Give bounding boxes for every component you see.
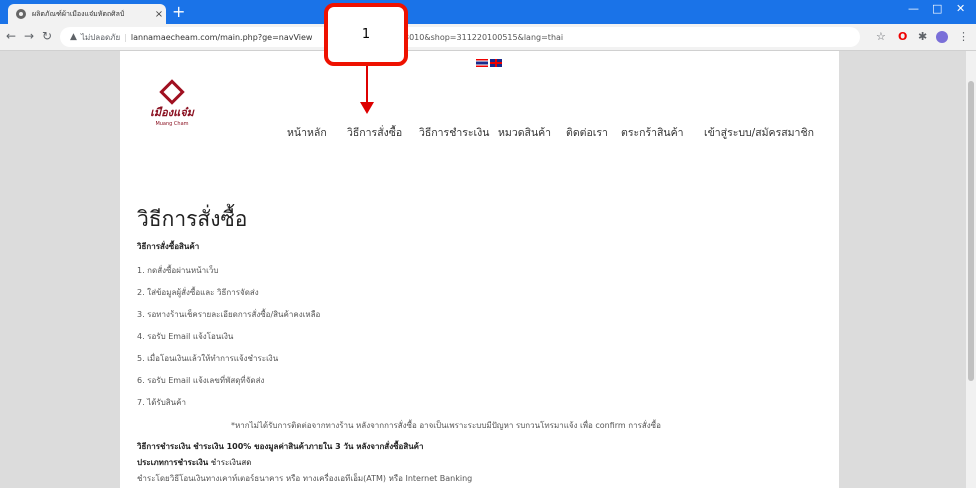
browser-toolbar: ← → ↻ ▲ ไม่ปลอดภัย | lannamaecheam.com/m… bbox=[0, 24, 976, 51]
site-logo[interactable]: เมืองแจ๋ม Muang Cham bbox=[142, 79, 202, 127]
annotation-number: 1 bbox=[361, 27, 371, 42]
forward-icon[interactable]: → bbox=[24, 29, 34, 43]
list-item: 1. กดสั่งซื้อผ่านหน้าเว็บ bbox=[137, 266, 219, 275]
list-item: 4. รอรับ Email แจ้งโอนเงิน bbox=[137, 332, 234, 341]
close-tab-icon[interactable]: × bbox=[152, 9, 166, 20]
nav-home[interactable]: หน้าหลัก bbox=[287, 124, 327, 141]
list-item: 5. เมื่อโอนเงินแล้วให้ทำการแจ้งชำระเงิน bbox=[137, 354, 279, 363]
opera-icon[interactable]: O bbox=[898, 30, 907, 43]
back-icon[interactable]: ← bbox=[6, 29, 16, 43]
nav-cart[interactable]: ตระกร้าสินค้า bbox=[621, 124, 684, 141]
web-page: เมืองแจ๋ม Muang Cham หน้าหลัก วิธีการสั่… bbox=[120, 51, 839, 488]
payment-method-text: ชำระเงิน 100% ของมูลค่าสินค้าภายใน 3 วัน… bbox=[193, 442, 424, 451]
language-switcher bbox=[476, 59, 502, 67]
new-tab-button[interactable]: + bbox=[172, 2, 185, 21]
globe-icon bbox=[16, 9, 26, 19]
url-text: lannamaecheam.com/main.php?ge=navView bbox=[130, 32, 313, 42]
uk-flag-icon[interactable] bbox=[490, 59, 502, 67]
extensions-icon[interactable]: ✱ bbox=[918, 30, 927, 43]
address-bar[interactable]: ▲ ไม่ปลอดภัย | lannamaecheam.com/main.ph… bbox=[60, 27, 860, 47]
page-title: วิธีการสั่งซื้อ bbox=[137, 207, 248, 231]
menu-icon[interactable]: ⋮ bbox=[958, 30, 969, 43]
url-warning-label: ไม่ปลอดภัย bbox=[80, 32, 121, 42]
section-subheading: วิธีการสั่งซื้อสินค้า bbox=[137, 242, 200, 251]
logo-subtext: Muang Cham bbox=[155, 121, 189, 127]
tab-title: ผลิตภัณฑ์ผ้าเมืองแจ๋มหัตถศิลป์ bbox=[32, 9, 125, 18]
list-item: 2. ใส่ข้อมูลผู้สั่งซื้อและ วิธีการจัดส่ง bbox=[137, 288, 259, 297]
browser-tab[interactable]: ผลิตภัณฑ์ผ้าเมืองแจ๋มหัตถศิลป์ × bbox=[8, 4, 166, 24]
star-icon[interactable]: ☆ bbox=[876, 30, 886, 43]
browser-titlebar: ผลิตภัณฑ์ผ้าเมืองแจ๋มหัตถศิลป์ × + — □ ✕ bbox=[0, 0, 976, 24]
logo-icon bbox=[159, 79, 185, 105]
payment-channels: ชำระโดยวิธีโอนเงินทางเคาท์เตอร์ธนาคาร หร… bbox=[137, 474, 473, 483]
list-item: 7. ได้รับสินค้า bbox=[137, 398, 186, 407]
nav-categories[interactable]: หมวดสินค้า bbox=[498, 124, 551, 141]
payment-type: ประเภทการชำระเงิน ชำระเงินสด bbox=[137, 456, 251, 469]
annotation-arrow-head bbox=[360, 102, 374, 114]
payment-method: วิธีการชำระเงิน ชำระเงิน 100% ของมูลค่าส… bbox=[137, 440, 424, 453]
order-note: *หากไม่ได้รับการติดต่อจากทางร้าน หลังจาก… bbox=[231, 421, 661, 430]
payment-type-text: ชำระเงินสด bbox=[210, 458, 252, 467]
maximize-icon[interactable]: □ bbox=[932, 2, 942, 15]
list-item: 6. รอรับ Email แจ้งเลขที่พัสดุที่จัดส่ง bbox=[137, 376, 265, 385]
thai-flag-icon[interactable] bbox=[476, 59, 488, 67]
nav-login-register[interactable]: เข้าสู่ระบบ/สมัครสมาชิก bbox=[704, 124, 814, 141]
annotation-arrow bbox=[366, 66, 368, 104]
url-divider: | bbox=[124, 32, 127, 42]
list-item: 3. รอทางร้านเช็ครายละเอียดการสั่งซื้อ/สิ… bbox=[137, 310, 321, 319]
avatar[interactable] bbox=[936, 31, 948, 43]
scrollbar-thumb[interactable] bbox=[968, 81, 974, 381]
logo-text: เมืองแจ๋ม bbox=[150, 106, 194, 119]
nav-how-to-order[interactable]: วิธีการสั่งซื้อ bbox=[347, 124, 402, 141]
payment-type-label: ประเภทการชำระเงิน bbox=[137, 458, 209, 467]
reload-icon[interactable]: ↻ bbox=[42, 29, 52, 43]
url-text-end: 3010&shop=311220100515&lang=thai bbox=[404, 32, 564, 42]
annotation-callout: 1 bbox=[324, 3, 408, 66]
nav-contact[interactable]: ติดต่อเรา bbox=[566, 124, 608, 141]
minimize-icon[interactable]: — bbox=[908, 2, 919, 15]
payment-method-label: วิธีการชำระเงิน bbox=[137, 442, 191, 451]
warning-icon: ▲ bbox=[70, 32, 77, 42]
page-scrollbar[interactable] bbox=[966, 51, 976, 488]
close-window-icon[interactable]: ✕ bbox=[956, 2, 965, 15]
nav-payment[interactable]: วิธีการชำระเงิน bbox=[419, 124, 489, 141]
